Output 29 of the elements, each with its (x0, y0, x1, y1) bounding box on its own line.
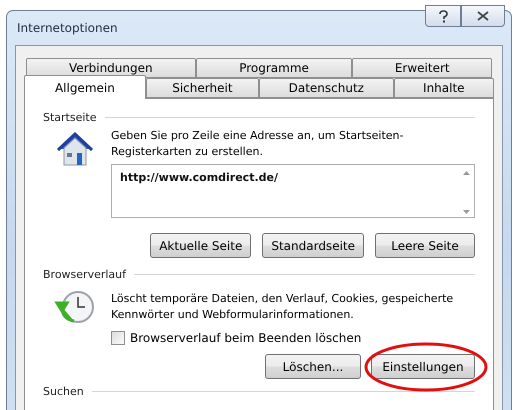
house-icon (56, 132, 94, 168)
help-button[interactable] (425, 5, 461, 27)
page-button[interactable]: Aktuelle Seite (150, 233, 252, 258)
description-text: Löscht temporäre Dateien, den Verlauf, Cookies, gespeicherte Kennwörter und Webformularinformationen. (111, 291, 454, 323)
tab[interactable]: Datenschutz (259, 78, 394, 98)
group-heading: Startseite (43, 111, 97, 124)
page-button[interactable]: Leere Seite (375, 233, 475, 258)
checkbox-label: Browserverlauf beim Beenden löschen (130, 331, 362, 345)
tab[interactable]: Programme (196, 58, 352, 78)
description-text: Geben Sie pro Zeile eine Adresse an, um Startseiten-Registerkarten zu erstellen. (111, 128, 404, 160)
window-title: Internetoptionen (17, 21, 118, 35)
history-button[interactable]: Löschen... (265, 354, 361, 379)
question-mark-icon (438, 10, 448, 22)
home-page-field[interactable]: http://www.comdirect.de/ (111, 164, 475, 218)
tab[interactable]: Erweitert (352, 58, 492, 78)
scroll-up-icon (462, 171, 470, 175)
tab[interactable]: Allgemein (24, 75, 146, 99)
clock-with-arrow-icon (54, 289, 96, 325)
group-heading: Suchen (43, 385, 84, 398)
tab[interactable]: Inhalte (394, 78, 494, 98)
close-icon (477, 11, 489, 21)
tab[interactable]: Sicherheit (146, 78, 259, 98)
clear-on-exit-checkbox[interactable]: Browserverlauf beim Beenden löschen (111, 331, 475, 345)
scroll-down-icon (462, 210, 470, 214)
history-button[interactable]: Einstellungen (371, 354, 475, 379)
page-button[interactable]: Standardseite (262, 233, 364, 258)
close-button[interactable] (461, 5, 505, 27)
checkbox[interactable] (111, 331, 125, 345)
group-heading: Browserverlauf (43, 268, 126, 281)
